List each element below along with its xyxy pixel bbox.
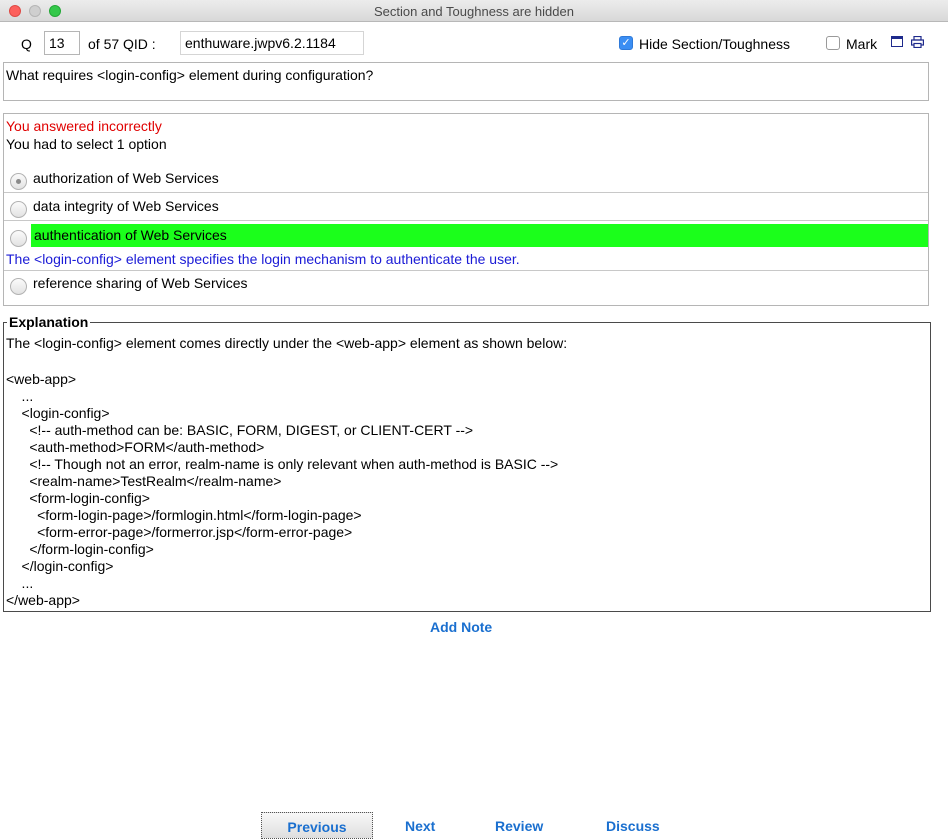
code-line: <!-- auth-method can be: BASIC, FORM, DI… [6,422,474,438]
selected-dot-icon [16,179,21,184]
option-radio-3[interactable] [10,230,27,247]
window-icon[interactable] [891,36,903,47]
code-line: </form-login-config> [6,541,154,557]
hide-section-checkbox[interactable]: ✓ [619,36,633,50]
question-toolbar: Q of 57 QID : ✓ Hide Section/Toughness M… [0,22,948,62]
option-label-4[interactable]: reference sharing of Web Services [33,275,248,291]
hide-section-label[interactable]: Hide Section/Toughness [639,36,790,52]
option-radio-1[interactable] [10,173,27,190]
code-line: </web-app> [6,592,80,608]
result-status: You answered incorrectly [6,118,162,134]
explanation-panel: Explanation The <login-config> element c… [3,314,931,612]
question-number-input[interactable] [44,31,80,55]
title-bar: Section and Toughness are hidden [0,0,948,22]
option-radio-4[interactable] [10,278,27,295]
option-label-3[interactable]: authentication of Web Services [34,227,227,243]
option-label-1[interactable]: authorization of Web Services [33,170,219,186]
review-button[interactable]: Review [495,818,543,834]
code-line: <web-app> [6,371,77,387]
option-explanation: The <login-config> element specifies the… [6,251,520,267]
code-line: ... [6,575,34,591]
next-button[interactable]: Next [405,818,435,834]
code-line: <realm-name>TestRealm</realm-name> [6,473,282,489]
previous-button[interactable]: Previous [261,812,373,839]
option-radio-2[interactable] [10,201,27,218]
option-row-4[interactable]: reference sharing of Web Services [4,270,928,297]
explanation-title: Explanation [7,314,91,330]
code-line: <form-error-page>/formerror.jsp</form-er… [6,524,353,540]
mark-checkbox[interactable] [826,36,840,50]
select-info: You had to select 1 option [6,136,167,152]
code-line: <form-login-config> [6,490,150,506]
code-line: ... [6,388,34,404]
answers-panel: You answered incorrectly You had to sele… [3,113,929,306]
code-line: </login-config> [6,558,114,574]
add-note-button[interactable]: Add Note [430,619,492,635]
code-line: <!-- Though not an error, realm-name is … [6,456,559,472]
correct-answer-highlight: authentication of Web Services [31,224,928,247]
explanation-intro: The <login-config> element comes directl… [6,335,568,351]
window-title: Section and Toughness are hidden [374,4,574,19]
question-number-label: Q [21,36,32,52]
qid-field[interactable] [180,31,364,55]
code-line: <login-config> [6,405,110,421]
code-line: <auth-method>FORM</auth-method> [6,439,265,455]
code-line: <form-login-page>/formlogin.html</form-l… [6,507,362,523]
option-row-3[interactable]: authentication of Web Services [4,223,928,250]
mark-label[interactable]: Mark [846,36,877,52]
option-label-2[interactable]: data integrity of Web Services [33,198,219,214]
option-row-2[interactable]: data integrity of Web Services [4,194,928,221]
discuss-button[interactable]: Discuss [606,818,660,834]
question-count-label: of 57 QID : [88,36,156,52]
option-row-1[interactable]: authorization of Web Services [4,166,928,193]
print-icon[interactable] [911,36,924,48]
question-text: What requires <login-config> element dur… [3,62,929,101]
